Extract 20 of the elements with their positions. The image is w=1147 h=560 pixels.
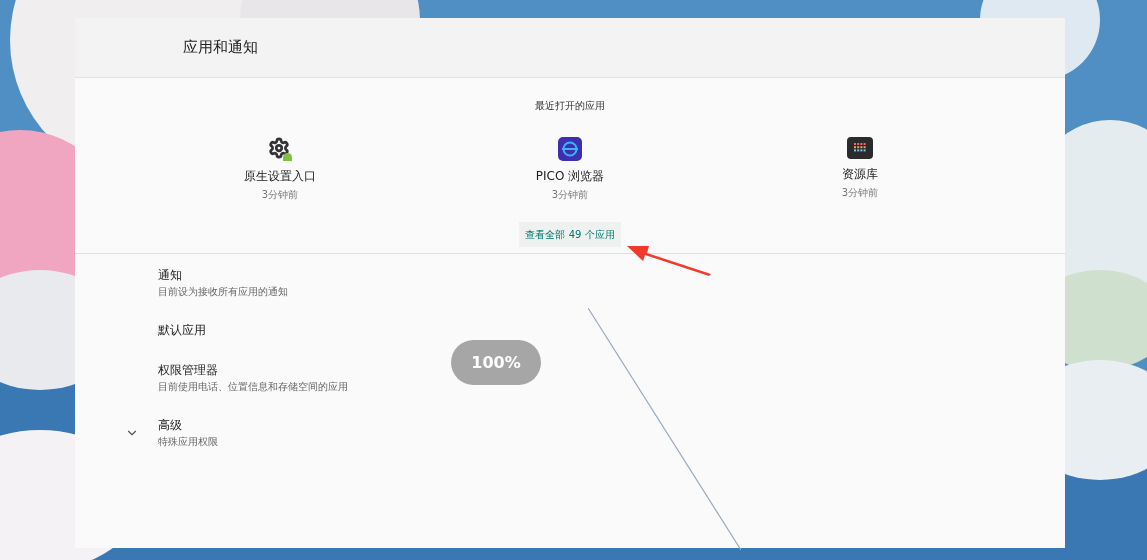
see-all-button[interactable]: 查看全部 49 个应用 xyxy=(519,222,621,247)
app-grid-icon xyxy=(847,137,873,159)
setting-title[interactable]: 权限管理器 xyxy=(158,361,218,379)
app-time: 3分钟前 xyxy=(841,186,879,200)
section-title: 最近打开的应用 xyxy=(535,99,605,113)
setting-title[interactable]: 高级 xyxy=(158,416,182,434)
app-name[interactable]: 资源库 xyxy=(842,165,878,183)
setting-subtitle: 特殊应用权限 xyxy=(158,435,218,449)
browser-icon xyxy=(558,137,582,161)
app-time: 3分钟前 xyxy=(261,188,299,202)
app-time: 3分钟前 xyxy=(551,188,589,202)
setting-title[interactable]: 通知 xyxy=(158,266,182,284)
progress-toast: 100% xyxy=(451,340,541,385)
page-title: 应用和通知 xyxy=(183,37,258,59)
setting-subtitle: 目前设为接收所有应用的通知 xyxy=(158,285,288,299)
app-name[interactable]: 原生设置入口 xyxy=(244,167,316,185)
gear-icon xyxy=(268,137,292,161)
setting-subtitle: 目前使用电话、位置信息和存储空间的应用 xyxy=(158,380,348,394)
setting-title[interactable]: 默认应用 xyxy=(158,321,206,339)
app-name[interactable]: PICO 浏览器 xyxy=(535,167,605,185)
